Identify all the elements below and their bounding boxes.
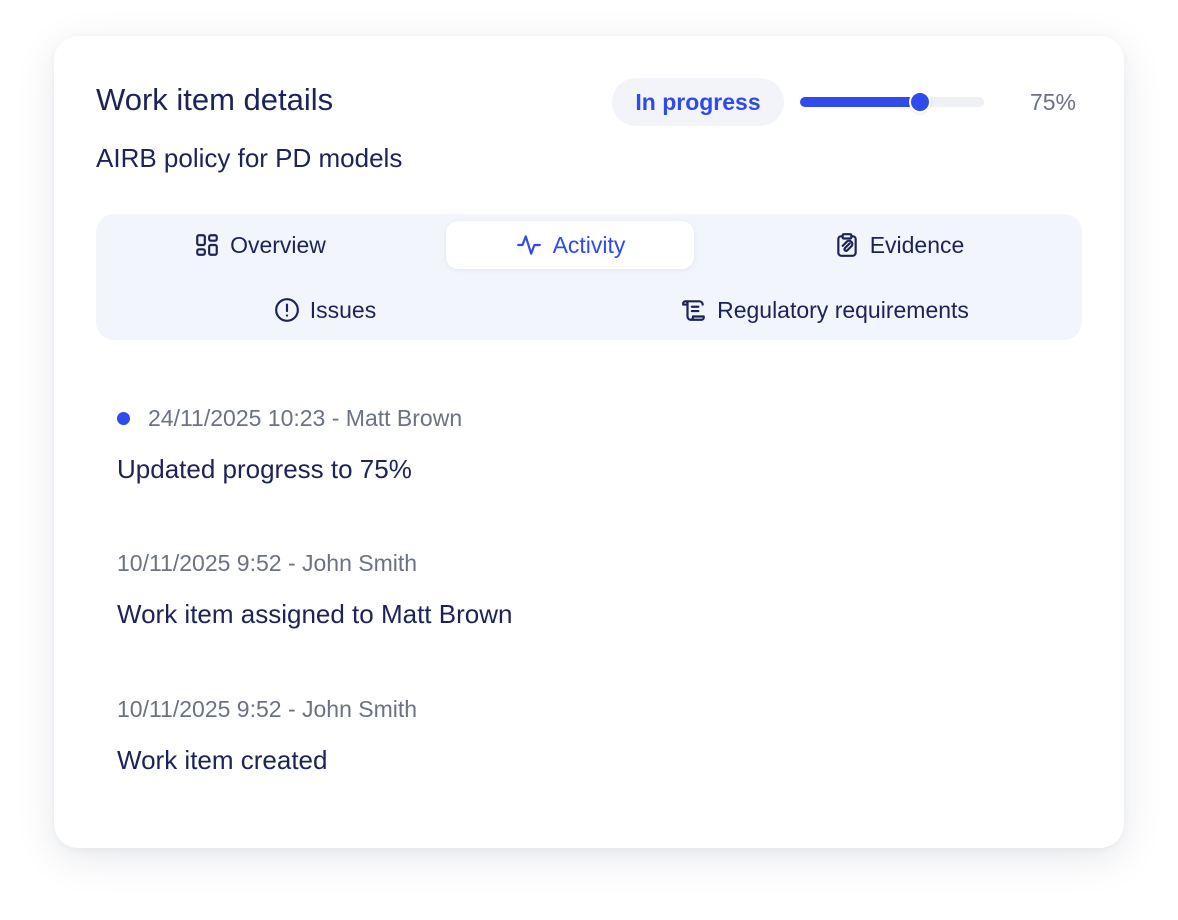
activity-entry: 10/11/2025 9:52 - John Smith Work item c… [117, 693, 1017, 777]
grid-icon [196, 234, 218, 256]
activity-entry: 10/11/2025 9:52 - John Smith Work item a… [117, 547, 1017, 631]
page-title: Work item details [96, 82, 334, 117]
activity-description: Work item assigned to Matt Brown [117, 599, 513, 629]
activity-meta: 10/11/2025 9:52 - John Smith [117, 693, 1017, 725]
tab-label: Regulatory requirements [717, 296, 969, 323]
tab-bar: Overview Activity Evidence Issues Regula… [96, 214, 1082, 340]
activity-pulse-icon [516, 235, 541, 255]
activity-description: Updated progress to 75% [117, 454, 412, 484]
activity-description: Work item created [117, 745, 328, 775]
work-item-name: AIRB policy for PD models [96, 143, 403, 173]
alert-circle-icon [274, 298, 299, 322]
activity-timestamp-author: 10/11/2025 9:52 - John Smith [117, 550, 418, 576]
tab-label: Overview [230, 231, 326, 258]
progress-slider[interactable] [800, 93, 984, 111]
tab-label: Activity [552, 231, 626, 258]
progress-percent: 75% [1029, 89, 1076, 115]
activity-timestamp-author: 24/11/2025 10:23 - Matt Brown [148, 405, 463, 431]
tab-label: Issues [309, 296, 377, 323]
tab-issues[interactable]: Issues [104, 286, 546, 334]
status-badge[interactable]: In progress [612, 78, 784, 126]
progress-fill [800, 97, 920, 107]
progress-thumb[interactable] [910, 93, 929, 111]
scroll-icon [682, 300, 705, 321]
tab-activity[interactable]: Activity [446, 221, 694, 269]
tab-overview[interactable]: Overview [104, 221, 416, 269]
tab-evidence[interactable]: Evidence [724, 221, 1074, 269]
work-item-details-card: Work item details AIRB policy for PD mod… [54, 36, 1124, 848]
activity-meta: 10/11/2025 9:52 - John Smith [117, 547, 1017, 579]
clipboard-attachment-icon [836, 233, 857, 257]
activity-meta: 24/11/2025 10:23 - Matt Brown [117, 402, 1017, 434]
tab-regulatory-requirements[interactable]: Regulatory requirements [576, 286, 1074, 334]
tab-label: Evidence [869, 231, 965, 258]
activity-timestamp-author: 10/11/2025 9:52 - John Smith [117, 696, 418, 722]
latest-indicator-dot [117, 411, 130, 425]
activity-entry: 24/11/2025 10:23 - Matt Brown Updated pr… [117, 402, 1017, 486]
